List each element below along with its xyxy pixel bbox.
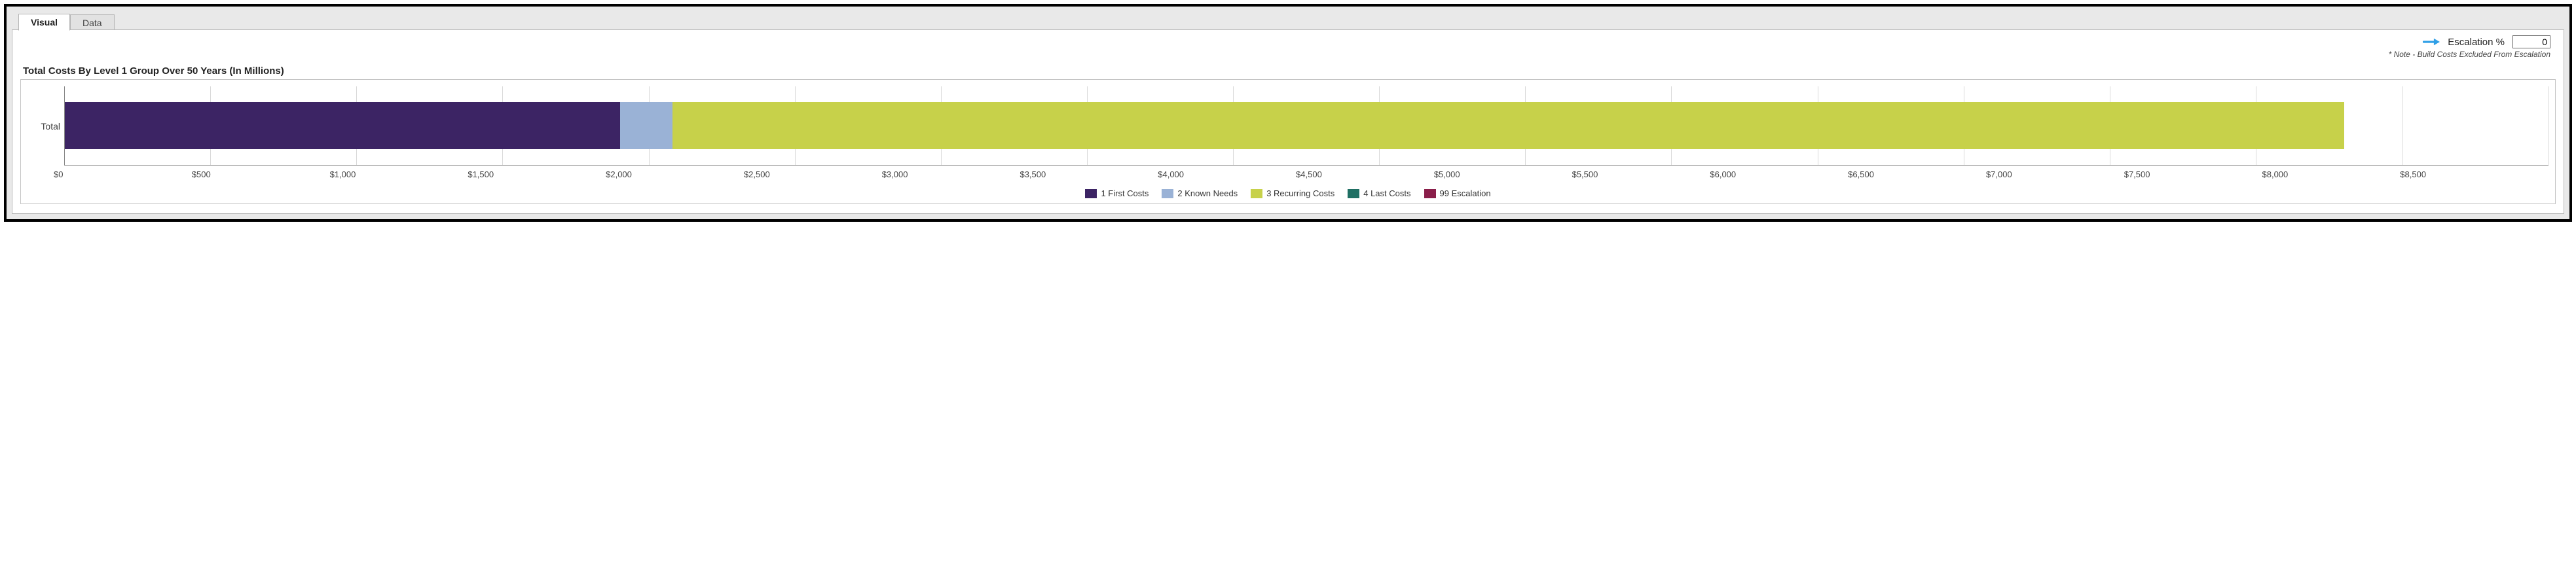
- chart-frame: Total $0$500$1,000$1,500$2,000$2,500$3,0…: [20, 79, 2556, 204]
- legend-first-costs: 1 First Costs: [1085, 188, 1149, 198]
- x-tick-label: $4,000: [1158, 169, 1296, 179]
- legend-label-recurring-costs: 3 Recurring Costs: [1266, 188, 1334, 198]
- tab-visual[interactable]: Visual: [18, 14, 70, 31]
- window-frame: Visual Data Escalation % * Note - Build …: [4, 4, 2572, 222]
- escalation-row: Escalation %: [20, 33, 2556, 48]
- x-tick-label: $5,500: [1572, 169, 1710, 179]
- y-axis-label: Total: [28, 86, 64, 166]
- chart-area: Total: [28, 86, 2548, 166]
- legend-last-costs: 4 Last Costs: [1348, 188, 1410, 198]
- legend-swatch-recurring-costs: [1251, 189, 1262, 198]
- x-tick-label: $1,500: [468, 169, 606, 179]
- x-tick-label: $3,000: [882, 169, 1020, 179]
- bar-segment: [672, 102, 2344, 149]
- legend-label-known-needs: 2 Known Needs: [1177, 188, 1238, 198]
- legend-swatch-escalation: [1424, 189, 1436, 198]
- legend-label-escalation: 99 Escalation: [1440, 188, 1491, 198]
- legend-swatch-known-needs: [1162, 189, 1173, 198]
- tab-data[interactable]: Data: [70, 14, 115, 31]
- legend-swatch-first-costs: [1085, 189, 1097, 198]
- chart-title: Total Costs By Level 1 Group Over 50 Yea…: [23, 65, 2556, 77]
- x-tick-label: $5,000: [1434, 169, 1572, 179]
- legend-label-first-costs: 1 First Costs: [1101, 188, 1149, 198]
- visual-panel: Escalation % * Note - Build Costs Exclud…: [12, 29, 2564, 214]
- x-tick-label: $8,500: [2400, 169, 2538, 179]
- x-tick-label: $500: [192, 169, 330, 179]
- x-tick-label: $8,000: [2262, 169, 2401, 179]
- escalation-input[interactable]: [2512, 35, 2550, 48]
- legend-swatch-last-costs: [1348, 189, 1359, 198]
- bar-segment: [620, 102, 672, 149]
- escalation-note: * Note - Build Costs Excluded From Escal…: [20, 48, 2556, 63]
- bar-segment: [65, 102, 620, 149]
- x-tick-label: $6,000: [1710, 169, 1848, 179]
- x-tick-label: $2,000: [606, 169, 744, 179]
- x-tick-label: $3,500: [1020, 169, 1158, 179]
- x-tick-label: $4,500: [1296, 169, 1434, 179]
- chart-plot: [64, 86, 2548, 166]
- x-tick-label: $0: [54, 169, 192, 179]
- x-tick-label: $7,000: [1986, 169, 2124, 179]
- y-category: Total: [41, 121, 60, 132]
- legend-known-needs: 2 Known Needs: [1162, 188, 1238, 198]
- escalation-label: Escalation %: [2448, 37, 2505, 48]
- tabs-bar: Visual Data: [12, 10, 2564, 30]
- arrow-right-icon: [2423, 37, 2440, 46]
- x-axis: $0$500$1,000$1,500$2,000$2,500$3,000$3,5…: [64, 169, 2548, 179]
- legend-label-last-costs: 4 Last Costs: [1363, 188, 1410, 198]
- x-tick-label: $1,000: [330, 169, 468, 179]
- chart-legend: 1 First Costs 2 Known Needs 3 Recurring …: [28, 188, 2548, 198]
- legend-recurring-costs: 3 Recurring Costs: [1251, 188, 1334, 198]
- legend-escalation: 99 Escalation: [1424, 188, 1491, 198]
- stacked-bar: [65, 102, 2548, 149]
- x-tick-label: $6,500: [1848, 169, 1986, 179]
- x-tick-label: $2,500: [744, 169, 882, 179]
- x-tick-label: $7,500: [2124, 169, 2262, 179]
